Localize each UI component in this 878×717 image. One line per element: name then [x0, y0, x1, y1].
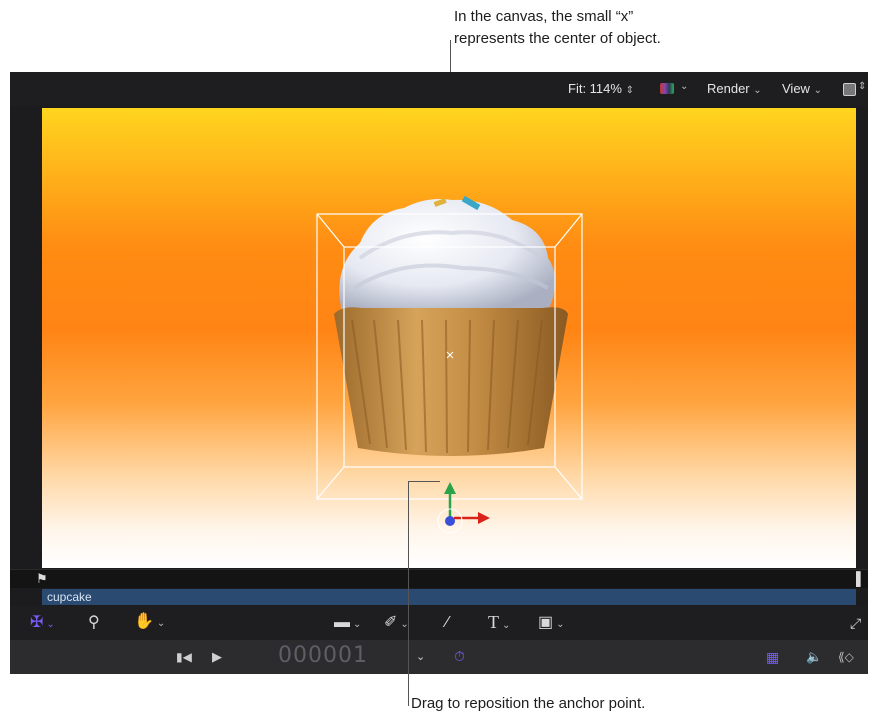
paint-stroke-tool[interactable]: ∕	[446, 613, 449, 633]
zoom-menu[interactable]: Fit: 114% ⇕	[568, 81, 634, 96]
hand-icon: ✋	[134, 613, 154, 630]
rectangle-icon: ▬	[334, 614, 350, 631]
callout-center-line-1: In the canvas, the small “x”	[454, 8, 634, 25]
keyframe-icon: ⟪◇	[838, 650, 854, 664]
render-label: Render	[707, 81, 750, 96]
audio-button[interactable]: 🔈	[806, 647, 822, 667]
canvas[interactable]	[42, 108, 856, 568]
expand-icon: ⤢	[850, 615, 862, 631]
play-icon: ▶	[212, 649, 222, 664]
chevron-down-icon: ⌄	[353, 619, 362, 630]
timecode-menu[interactable]: ⌄	[416, 647, 425, 667]
skip-back-icon: ▮◀	[176, 650, 192, 664]
in-point-marker-icon[interactable]: ⚑	[36, 571, 48, 587]
shape-tool[interactable]: ▬ ⌄	[334, 613, 361, 635]
mask-tool[interactable]: ▣ ⌄	[538, 613, 565, 635]
chevron-down-icon: ⌄	[753, 85, 762, 96]
leader-line-bottom-tick	[408, 481, 440, 482]
stopwatch-icon: ⏱	[454, 648, 465, 664]
channels-icon[interactable]	[660, 83, 674, 94]
callout-anchor-note: Drag to reposition the anchor point.	[411, 695, 646, 712]
updown-chevron-icon[interactable]: ⇕	[858, 81, 866, 92]
brush-icon: ∕	[446, 614, 449, 631]
chevron-down-icon: ⌄	[502, 620, 511, 631]
render-menu[interactable]: Render ⌄	[707, 81, 762, 96]
view-label: View	[782, 81, 810, 96]
chevron-down-icon: ⌄	[416, 651, 426, 663]
text-tool[interactable]: T ⌄	[488, 612, 510, 636]
viewer-toolbar: Fit: 114% ⇕ ⌄ Render ⌄ View ⌄ ⇕	[10, 72, 868, 106]
transport-bar: ▮◀ ▶ 000001 ⌄ ⏱ ▦ 🔈 ⟪◇	[10, 640, 868, 674]
keyframe-button[interactable]: ⟪◇	[838, 647, 854, 667]
speaker-icon: 🔈	[806, 649, 823, 664]
go-to-start-button[interactable]: ▮◀	[176, 647, 192, 667]
pan-tool[interactable]: ✋ ⌄	[134, 612, 165, 634]
timebar[interactable]: ⚑ ▌	[10, 569, 868, 588]
callout-center-note: In the canvas, the small “x” represents …	[454, 6, 854, 50]
pen-tool[interactable]: ✐ ⌄	[384, 613, 409, 635]
cupcake-object[interactable]	[42, 108, 856, 568]
callout-center-line-2: represents the center of object.	[454, 30, 661, 47]
chevron-down-icon: ⌄	[813, 85, 822, 96]
clip-track[interactable]: cupcake	[42, 589, 856, 605]
record-timing-button[interactable]: ⏱	[454, 646, 465, 666]
transform-icon: ✠	[30, 614, 44, 631]
chevron-down-icon[interactable]: ⌄	[680, 81, 688, 92]
3d-transform-tool[interactable]: ⚲	[88, 613, 100, 633]
filmstrip-button[interactable]: ▦	[766, 647, 779, 667]
text-icon: T	[488, 612, 499, 632]
transform-tool[interactable]: ✠ ⌄	[30, 613, 55, 635]
out-point-marker-icon[interactable]: ▌	[856, 571, 865, 586]
clip-name: cupcake	[47, 590, 92, 604]
mask-icon: ▣	[538, 614, 554, 631]
chevron-down-icon: ⌄	[556, 619, 565, 630]
fullscreen-button[interactable]: ⤢	[850, 613, 861, 633]
y-axis-handle[interactable]	[444, 482, 456, 520]
zoom-label: Fit: 114%	[568, 81, 622, 96]
film-icon: ▦	[766, 649, 780, 665]
motion-viewer: Fit: 114% ⇕ ⌄ Render ⌄ View ⌄ ⇕ ⚑ ▌ cupc…	[10, 72, 868, 674]
updown-chevron-icon: ⇕	[625, 85, 634, 96]
play-button[interactable]: ▶	[212, 647, 222, 667]
chevron-down-icon: ⌄	[156, 618, 166, 629]
canvas-toolbar: ✠ ⌄ ⚲ ✋ ⌄ ▬ ⌄ ✐ ⌄ ∕ T ⌄ ▣ ⌄ ⤢	[10, 606, 868, 640]
view-layout-icon[interactable]	[843, 83, 856, 96]
leader-line-bottom	[408, 481, 409, 706]
bezier-icon: ✐	[384, 614, 398, 631]
chevron-down-icon: ⌄	[46, 619, 55, 630]
view-menu[interactable]: View ⌄	[782, 81, 822, 96]
timecode-display[interactable]: 000001	[278, 643, 368, 668]
cupcake-image	[334, 195, 568, 456]
orbit-icon: ⚲	[88, 614, 100, 631]
